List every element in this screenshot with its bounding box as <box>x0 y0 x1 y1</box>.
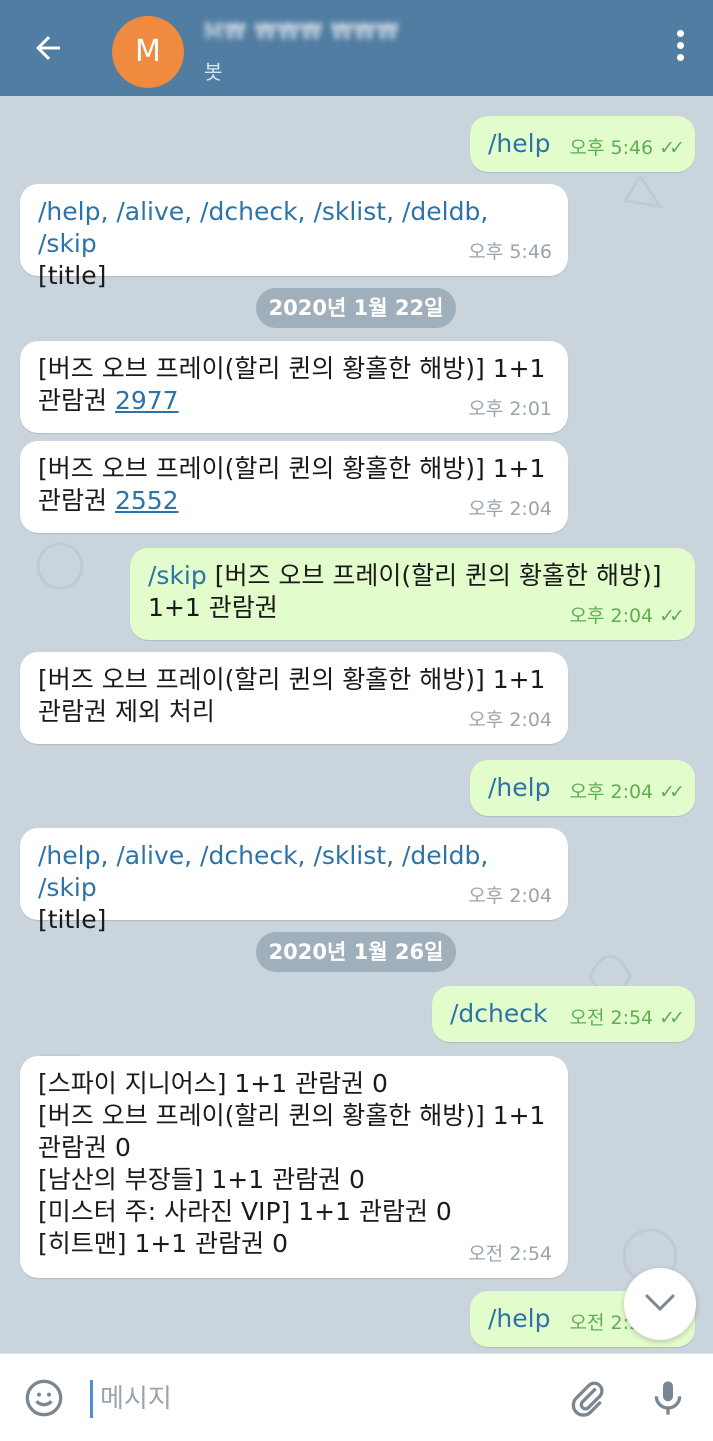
double-check-icon: ✓✓ <box>659 137 685 159</box>
message-text[interactable]: /dcheck <box>450 999 548 1028</box>
message-text-line: [남산의 부장들] 1+1 관람권 0 <box>38 1165 365 1194</box>
message-incoming[interactable]: [버즈 오브 프레이(할리 퀸의 황홀한 해방)] 1+1 관람권 2977 오… <box>20 341 568 433</box>
chat-header: M M₩ ₩₩₩ ₩₩₩ 봇 <box>0 0 713 96</box>
message-text[interactable]: /help <box>488 773 550 802</box>
message-incoming[interactable]: [스파이 지니어스] 1+1 관람권 0 [버즈 오브 프레이(할리 퀸의 황홀… <box>20 1056 568 1278</box>
message-outgoing[interactable]: /help 오후 2:04 ✓✓ <box>470 760 695 816</box>
message-time: 오후 2:01 <box>468 398 552 420</box>
message-time: 오전 2:54✓✓ <box>569 1002 685 1034</box>
back-arrow-icon[interactable] <box>30 30 66 66</box>
message-text-line: [미스터 주: 사라진 VIP] 1+1 관람권 0 <box>38 1197 452 1226</box>
message-time: 오후 2:04 <box>468 885 552 907</box>
message-text[interactable]: /help <box>488 1304 550 1333</box>
message-time: 오후 2:04 ✓✓ <box>569 600 685 632</box>
message-time: 오후 2:04 <box>468 709 552 731</box>
message-outgoing[interactable]: /dcheck 오전 2:54 ✓✓ <box>432 986 695 1042</box>
message-time: 오전 2:54 <box>468 1243 552 1265</box>
paperclip-icon[interactable] <box>568 1376 608 1420</box>
message-text-line: 관람권 0 <box>38 1133 131 1162</box>
date-separator: 2020년 1월 26일 <box>256 932 456 972</box>
date-separator: 2020년 1월 22일 <box>256 288 456 328</box>
message-text-line: [버즈 오브 프레이(할리 퀸의 황홀한 해방)] 1+1 <box>38 1101 546 1130</box>
message-text-line: [스파이 지니어스] 1+1 관람권 0 <box>38 1069 388 1098</box>
message-time: 오후 2:04 <box>468 498 552 520</box>
message-time: 오후 2:04 ✓✓ <box>569 776 685 808</box>
chat-title: M₩ ₩₩₩ ₩₩₩ <box>204 20 400 45</box>
chat-subtitle: 봇 <box>204 60 223 84</box>
double-check-icon: ✓✓ <box>659 605 685 627</box>
message-text[interactable]: /help <box>488 129 550 158</box>
message-time: 오후 5:46 ✓✓ <box>569 132 685 164</box>
double-check-icon: ✓✓ <box>659 1007 685 1029</box>
message-incoming[interactable]: /help, /alive, /dcheck, /sklist, /deldb,… <box>20 828 568 934</box>
text-cursor <box>90 1380 93 1418</box>
emoji-icon[interactable] <box>24 1378 64 1418</box>
message-number-link[interactable]: 2552 <box>115 486 179 515</box>
chevron-down-icon <box>645 1294 675 1312</box>
double-check-icon: ✓✓ <box>659 781 685 803</box>
message-outgoing[interactable]: /help 오후 5:46 ✓✓ <box>470 116 695 172</box>
message-number-link[interactable]: 2977 <box>115 386 179 415</box>
message-input[interactable]: 메시지 <box>100 1378 172 1415</box>
message-composer: 메시지 <box>0 1353 713 1441</box>
message-outgoing[interactable]: /skip [버즈 오브 프레이(할리 퀸의 황홀한 해방)] 1+1 관람권 … <box>130 548 695 640</box>
message-incoming[interactable]: /help, /alive, /dcheck, /sklist, /deldb,… <box>20 184 568 290</box>
avatar[interactable]: M <box>112 16 184 88</box>
scroll-down-button[interactable] <box>624 1268 696 1340</box>
message-list[interactable]: /help 오후 5:46 ✓✓ /help, /alive, /dcheck, … <box>0 96 713 1353</box>
message-incoming[interactable]: [버즈 오브 프레이(할리 퀸의 황홀한 해방)] 1+1 관람권 2552 오… <box>20 441 568 533</box>
message-time: 오후 5:46 <box>468 241 552 263</box>
message-incoming[interactable]: [버즈 오브 프레이(할리 퀸의 황홀한 해방)] 1+1 관람권 제외 처리 … <box>20 652 568 744</box>
message-command[interactable]: /skip <box>148 561 207 590</box>
microphone-icon[interactable] <box>648 1376 688 1420</box>
more-vert-icon[interactable] <box>675 30 685 66</box>
